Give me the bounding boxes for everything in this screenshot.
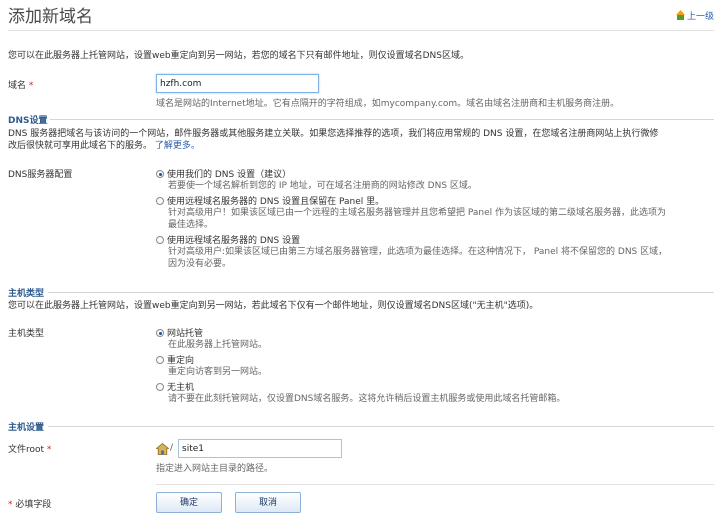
up-level-link[interactable]: 上一级 (675, 9, 714, 22)
up-level-icon (675, 10, 685, 20)
radio-button[interactable] (156, 197, 164, 205)
radio-button[interactable] (156, 356, 164, 364)
host-option-website-hint: 在此服务器上托管网站。 (168, 340, 268, 350)
host-option-website[interactable]: 网站托管 (156, 326, 203, 339)
radio-button[interactable] (156, 170, 164, 178)
host-settings-section-title: 主机设置 (8, 423, 45, 433)
radio-button[interactable] (156, 236, 164, 244)
dns-config-label: DNS服务器配置 (8, 170, 73, 180)
dns-option-ours[interactable]: 使用我们的 DNS 设置（建议） (156, 167, 291, 180)
dns-option-remote[interactable]: 使用远程域名服务器的 DNS 设置 (156, 233, 300, 246)
dns-option-remote-hint: 针对高级用户:如果该区域已由第三方域名服务器管理，此选项为最佳选择。在这种情况下… (168, 247, 668, 269)
dns-option-ours-hint: 若要使一个域名解析到您的 IP 地址，可在域名注册商的网站修改 DNS 区域。 (168, 181, 477, 191)
dns-section-divider (50, 119, 714, 120)
footer-divider (156, 484, 714, 485)
dns-option-remote-keep[interactable]: 使用远程域名服务器的 DNS 设置且保留在 Panel 里。 (156, 194, 384, 207)
host-option-redirect-hint: 重定向访客到另一网站。 (168, 367, 268, 377)
dns-section-title: DNS设置 (8, 116, 48, 126)
title-divider (8, 30, 714, 31)
cancel-button[interactable]: 取消 (235, 492, 301, 513)
intro-text: 您可以在此服务器上托管网站，设置web重定向到另一网站，若您的域名下只有邮件地址… (8, 51, 469, 61)
host-option-none[interactable]: 无主机 (156, 380, 194, 393)
dns-option-remote-keep-hint: 针对高级用户！如果该区域已由一个远程的主域名服务器管理并且您希望把 Panel … (168, 208, 667, 230)
domain-hint: 域名是网站的Internet地址。它有点隔开的字符组成，如mycompany.c… (156, 99, 620, 109)
host-type-section-title: 主机类型 (8, 289, 45, 299)
page-title: 添加新域名 (8, 7, 93, 27)
dns-description: DNS 服务器把域名与该访问的一个网站，邮件服务器或其他服务建立关联。如果您选择… (8, 129, 659, 151)
host-type-description: 您可以在此服务器上托管网站，设置web重定向到另一网站，若此域名下仅有一个邮件地… (8, 301, 539, 311)
home-icon (156, 443, 169, 455)
path-separator: / (170, 443, 174, 453)
domain-input[interactable] (156, 74, 319, 93)
host-option-redirect[interactable]: 重定向 (156, 353, 194, 366)
docroot-label: 文件root * (8, 445, 52, 455)
radio-button[interactable] (156, 383, 164, 391)
radio-button[interactable] (156, 329, 164, 337)
host-option-none-hint: 请不要在此刻托管网站，仅设置DNS域名服务。这将允许稍后设置主机服务或使用此域名… (168, 394, 566, 404)
required-fields-note: * 必填字段 (8, 500, 52, 510)
ok-button[interactable]: 确定 (156, 492, 222, 513)
learn-more-link[interactable]: 了解更多。 (155, 141, 200, 151)
host-settings-section-divider (48, 426, 714, 427)
host-type-label: 主机类型 (8, 329, 45, 339)
host-type-section-divider (48, 292, 714, 293)
docroot-hint: 指定进入网站主目录的路径。 (156, 464, 274, 474)
domain-label: 域名 * (8, 81, 34, 91)
up-level-label: 上一级 (686, 12, 714, 22)
docroot-input[interactable] (178, 439, 342, 458)
